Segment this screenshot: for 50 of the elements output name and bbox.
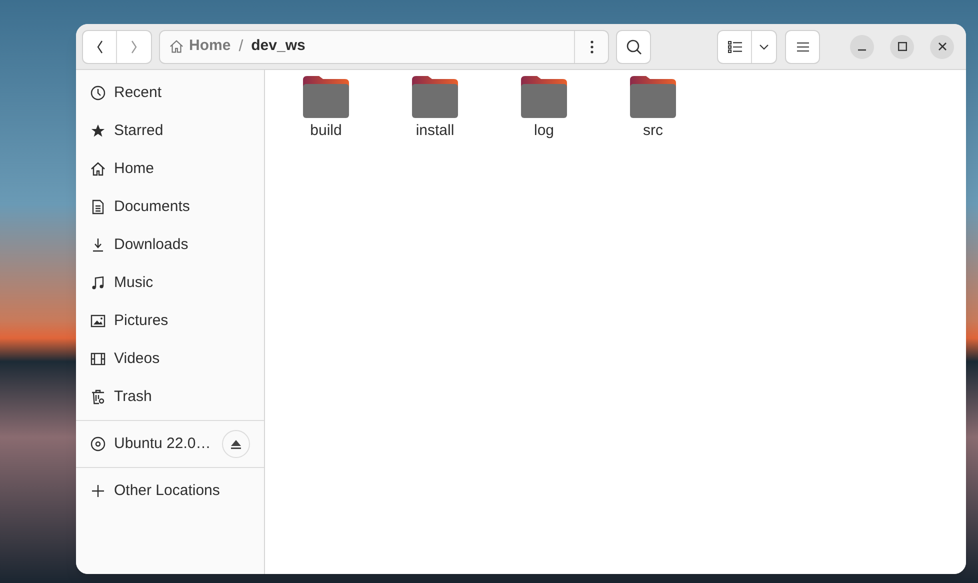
home-icon (169, 39, 184, 54)
star-icon (90, 123, 106, 139)
minimize-icon (858, 48, 866, 50)
sidebar-item[interactable]: Other Locations (76, 472, 264, 510)
more-icon (590, 40, 594, 54)
sidebar-item[interactable]: Home (76, 150, 264, 188)
search-button[interactable] (616, 30, 651, 64)
sidebar-item[interactable]: Music (76, 264, 264, 302)
music-note-icon (90, 275, 106, 291)
folder-icon (412, 76, 458, 118)
path-crumb[interactable]: dev_ws (251, 35, 306, 58)
list-icon (728, 40, 742, 52)
folder-item[interactable]: build (278, 76, 374, 142)
eject-icon (231, 440, 241, 448)
clock-icon (90, 85, 106, 101)
search-icon (626, 38, 642, 54)
folder-icon (630, 76, 676, 118)
maximize-button[interactable] (890, 34, 914, 58)
sidebar-item[interactable]: Videos (76, 340, 264, 378)
sidebar-item[interactable]: Starred (76, 112, 264, 150)
disc-icon (90, 436, 106, 452)
folder-icon (521, 76, 567, 118)
eject-button[interactable] (222, 430, 250, 458)
menu-icon (796, 42, 808, 52)
film-icon (90, 351, 106, 367)
document-icon (90, 199, 106, 215)
main-menu-button[interactable] (785, 30, 820, 64)
back-icon (96, 40, 104, 54)
picture-icon (90, 313, 106, 329)
path-separator: / (238, 36, 244, 56)
sidebar-item[interactable]: Ubuntu 22.0… (76, 425, 264, 463)
close-icon (938, 42, 946, 51)
sidebar-item[interactable]: Documents (76, 188, 264, 226)
plus-icon (90, 483, 106, 499)
folder-item[interactable]: src (605, 76, 701, 142)
sidebar-item[interactable]: Pictures (76, 302, 264, 340)
path-crumb[interactable]: Home (169, 35, 231, 58)
forward-icon (130, 40, 138, 54)
caret-icon (759, 44, 769, 50)
sidebar-item[interactable]: Trash (76, 378, 264, 416)
home-icon (90, 161, 106, 177)
trash-icon (90, 389, 106, 405)
maximize-icon (898, 42, 906, 51)
folder-item[interactable]: install (387, 76, 483, 142)
folder-icon (303, 76, 349, 118)
close-button[interactable] (930, 34, 954, 58)
folder-item[interactable]: log (496, 76, 592, 142)
sidebar-item[interactable]: Downloads (76, 226, 264, 264)
download-icon (90, 237, 106, 253)
sidebar-item[interactable]: Recent (76, 74, 264, 112)
